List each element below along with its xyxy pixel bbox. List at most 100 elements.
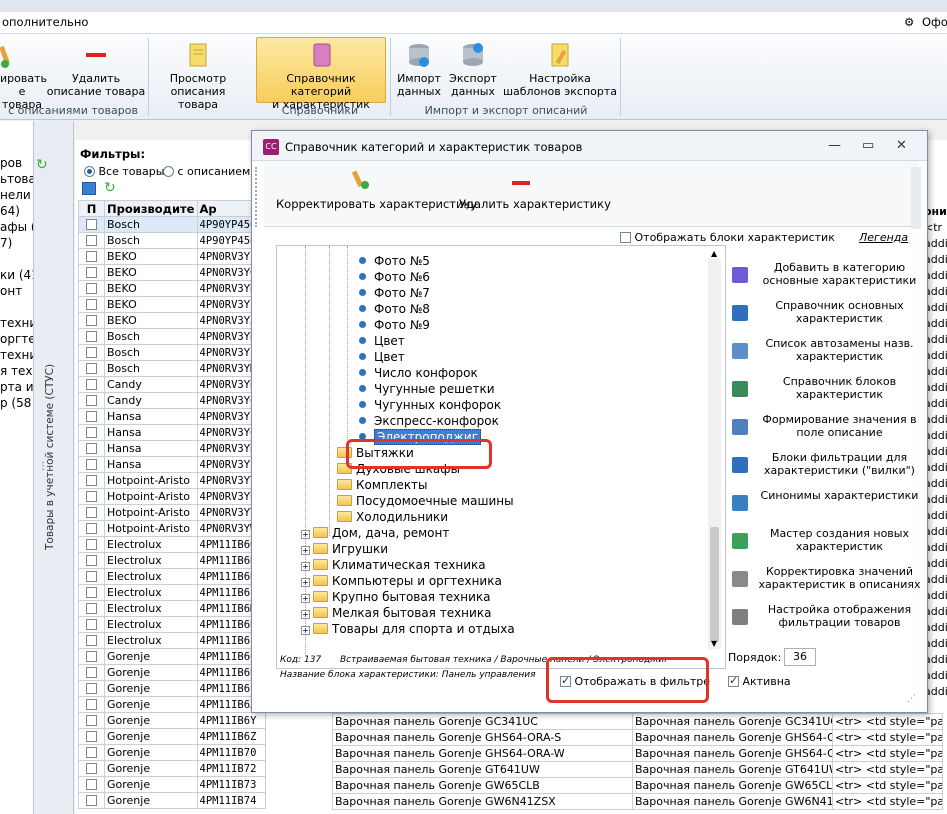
row-checkbox-cell[interactable] [78, 456, 105, 473]
table-row[interactable]: Bosch 4P90YP45Q [78, 216, 266, 233]
row-checkbox[interactable] [86, 363, 97, 374]
producer-cell[interactable]: BEKO [104, 280, 198, 297]
row-checkbox[interactable] [86, 795, 97, 806]
tree-node-characteristic[interactable]: Фото №9 [359, 318, 430, 332]
tree-item[interactable]: ки (41 [0, 268, 33, 282]
name-cell[interactable]: Варочная панель Gorenje GT641UW [332, 761, 633, 778]
row-checkbox[interactable] [86, 507, 97, 518]
expand-icon[interactable]: + [301, 562, 310, 571]
vertical-tab-label[interactable]: Товары в учетной системе (СТУС) [44, 364, 56, 550]
producer-cell[interactable]: Gorenje [104, 776, 198, 793]
tree-node-characteristic[interactable]: Чугунных конфорок [359, 398, 501, 412]
row-checkbox-cell[interactable] [78, 344, 105, 361]
row-checkbox[interactable] [86, 331, 97, 342]
producer-cell[interactable]: Candy [104, 392, 198, 409]
row-checkbox[interactable] [86, 635, 97, 646]
table-row[interactable]: Bosch 4PN0RV3YL [78, 344, 266, 361]
row-checkbox[interactable] [86, 763, 97, 774]
table-row[interactable]: Gorenje 4PM11IB74 [78, 792, 266, 809]
producer-cell[interactable]: Hansa [104, 440, 198, 457]
row-checkbox-cell[interactable] [78, 776, 105, 793]
row-checkbox-cell[interactable] [78, 360, 105, 377]
category-reference-button[interactable]: Справочник категорий и характеристик [256, 37, 386, 111]
tree-node-category[interactable]: + Климатическая техника [301, 558, 486, 572]
row-checkbox-cell[interactable] [78, 312, 105, 329]
producer-cell[interactable]: Gorenje [104, 792, 198, 809]
article-cell[interactable]: 4PM11IB72 [196, 760, 266, 777]
row-checkbox[interactable] [86, 283, 97, 294]
producer-cell[interactable]: Hotpoint-Aristo [104, 488, 198, 505]
tree-item[interactable]: р (58 [0, 396, 31, 410]
row-checkbox[interactable] [86, 603, 97, 614]
producer-cell[interactable]: Gorenje [104, 744, 198, 761]
description-cell[interactable]: Варочная панель Gorenje GW65CLB [632, 777, 833, 794]
action-2[interactable]: Список автозамены назв. характеристик [730, 337, 925, 363]
tree-node-folder[interactable]: Посудомоечные машины [337, 494, 514, 508]
close-icon[interactable]: ✕ [896, 138, 907, 153]
producer-cell[interactable]: Candy [104, 376, 198, 393]
action-3[interactable]: Справочник блоков характеристик [730, 375, 925, 401]
table-row[interactable]: Hotpoint-Aristo 4PN0RV3YW [78, 520, 266, 537]
producer-cell[interactable]: BEKO [104, 296, 198, 313]
row-checkbox-cell[interactable] [78, 424, 105, 441]
row-checkbox-cell[interactable] [78, 264, 105, 281]
tree-item[interactable]: афы (3 [0, 220, 33, 234]
tree-item[interactable]: оргтех [0, 332, 33, 346]
filter-radio-described[interactable]: с описанием [163, 165, 250, 178]
table-row[interactable]: Gorenje 4PM11IB73 [78, 776, 266, 793]
description-cell[interactable]: Варочная панель Gorenje GT641UW [632, 761, 833, 778]
table-row[interactable]: Electrolux 4PM11IB6K [78, 568, 266, 585]
table-row[interactable]: Gorenje 4PM11IB72 [78, 760, 266, 777]
minimize-icon[interactable]: — [828, 138, 841, 153]
producer-cell[interactable]: Hansa [104, 424, 198, 441]
radio-dot[interactable] [163, 166, 174, 177]
producer-cell[interactable]: Electrolux [104, 568, 198, 585]
export-templates-button[interactable]: Настройка шаблонов экспорта [502, 42, 618, 98]
action-1[interactable]: Справочник основных характеристик [730, 299, 925, 325]
description-row[interactable]: Варочная панель Gorenje GW65CLB Варочная … [332, 777, 943, 794]
row-checkbox-cell[interactable] [78, 232, 105, 249]
article-cell[interactable]: 4PM11IB73 [196, 776, 266, 793]
row-checkbox-cell[interactable] [78, 328, 105, 345]
producer-cell[interactable]: Bosch [104, 344, 198, 361]
row-checkbox-cell[interactable] [78, 280, 105, 297]
table-row[interactable]: BEKO 4PN0RV3YI [78, 296, 266, 313]
scroll-down-icon[interactable]: ▼ [711, 639, 717, 648]
producer-cell[interactable]: Electrolux [104, 584, 198, 601]
resize-grip-icon[interactable]: ⋰ [907, 694, 916, 704]
row-checkbox-cell[interactable] [78, 648, 105, 665]
article-cell[interactable]: 4PM11IB6Z [196, 728, 266, 745]
producer-cell[interactable]: BEKO [104, 312, 198, 329]
action-6[interactable]: Синонимы характеристики [730, 489, 925, 502]
row-checkbox-cell[interactable] [78, 504, 105, 521]
tree-node-characteristic[interactable]: Фото №5 [359, 254, 430, 268]
row-checkbox-cell[interactable] [78, 728, 105, 745]
action-0[interactable]: Добавить в категорию основные характерис… [730, 261, 925, 287]
action-8[interactable]: Корректировка значений характеристик в о… [730, 565, 925, 591]
table-row[interactable]: Bosch 4PN0RV3YM [78, 360, 266, 377]
tree-scrollbar-thumb[interactable] [710, 527, 719, 642]
row-checkbox-cell[interactable] [78, 696, 105, 713]
expand-icon[interactable]: + [301, 578, 310, 587]
tree-node-category[interactable]: + Мелкая бытовая техника [301, 606, 491, 620]
description-cell[interactable]: Варочная панель Gorenje GHS64-ORA-W [632, 745, 833, 762]
row-checkbox[interactable] [86, 699, 97, 710]
article-cell[interactable]: 4PM11IB6Y [196, 712, 266, 729]
table-row[interactable]: Hotpoint-Aristo 4PN0RV3YU [78, 488, 266, 505]
refresh-icon[interactable]: ↻ [36, 157, 48, 173]
minus-icon[interactable] [512, 181, 530, 185]
table-row[interactable]: Hansa 4PN0RV3YP [78, 408, 266, 425]
order-input[interactable]: 36 [784, 648, 816, 666]
row-checkbox-cell[interactable] [78, 600, 105, 617]
producer-cell[interactable]: Gorenje [104, 728, 198, 745]
tree-node-category[interactable]: + Игрушки [301, 542, 388, 556]
tree-node-characteristic[interactable]: Цвет [359, 350, 405, 364]
tree-item[interactable]: техни [0, 316, 33, 330]
tree-item[interactable]: ьтова [0, 172, 33, 186]
row-checkbox[interactable] [86, 235, 97, 246]
table-row[interactable]: Gorenje 4PM11IB6Y [78, 712, 266, 729]
row-checkbox-cell[interactable] [78, 792, 105, 809]
table-row[interactable]: Gorenje 4PM11IB6Q [78, 648, 266, 665]
row-checkbox[interactable] [86, 683, 97, 694]
html-cell[interactable]: <tr> <td style="paddi [832, 745, 943, 762]
